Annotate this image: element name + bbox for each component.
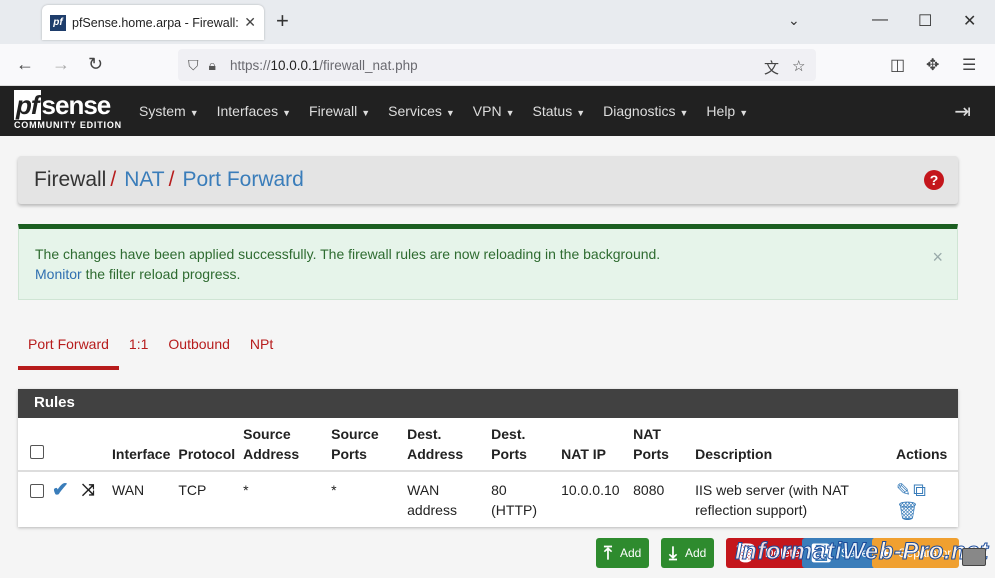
breadcrumb-separator: /	[110, 168, 117, 191]
back-icon[interactable]: ←	[16, 54, 34, 74]
menu-help[interactable]: Help ▼	[697, 103, 757, 119]
success-alert: The changes have been applied successful…	[18, 224, 958, 300]
select-all-checkbox[interactable]	[30, 445, 44, 459]
col-interface[interactable]: Interface	[108, 418, 175, 472]
new-tab-icon[interactable]: +	[276, 9, 289, 33]
pfsense-header: pf sense COMMUNITY EDITION System ▼ Interf…	[0, 86, 995, 136]
col-dest-address[interactable]: Dest. Address	[403, 418, 488, 472]
translate-icon[interactable]: 文	[764, 57, 779, 78]
tab-outbound[interactable]: Outbound	[158, 328, 240, 370]
tab-title: pfSense.home.arpa - Firewall: NAT: Port …	[72, 15, 239, 30]
menu-system[interactable]: System ▼	[130, 103, 208, 119]
cell-dest-ports: 80 (HTTP)	[491, 482, 538, 518]
menu-firewall[interactable]: Firewall ▼	[300, 103, 379, 119]
main-menu: System ▼ Interfaces ▼ Firewall ▼ Services ▼ …	[130, 86, 757, 136]
alert-close-icon[interactable]: ×	[932, 247, 943, 267]
minimize-icon[interactable]: —	[872, 11, 888, 29]
panel-title: Rules	[18, 389, 958, 418]
extensions-icon[interactable]: ✥	[926, 55, 939, 75]
col-nat-ip[interactable]: NAT IP	[557, 418, 630, 472]
col-actions: Actions	[892, 418, 958, 472]
alert-message: The changes have been applied successful…	[35, 246, 661, 262]
help-icon[interactable]: ?	[924, 170, 944, 190]
forward-icon[interactable]: →	[52, 54, 70, 74]
tab-one-to-one[interactable]: 1:1	[119, 328, 158, 370]
laptop-icon	[962, 548, 986, 566]
pocket-icon[interactable]: ◫	[890, 55, 905, 75]
cell-source-ports: *	[331, 482, 337, 498]
menu-services[interactable]: Services ▼	[379, 103, 464, 119]
pfsense-logo[interactable]: pf sense COMMUNITY EDITION	[14, 90, 122, 130]
maximize-icon[interactable]: ☐	[918, 11, 932, 31]
cell-protocol: TCP	[178, 482, 207, 498]
col-nat-ports[interactable]: NAT Ports	[629, 418, 692, 472]
monitor-link[interactable]: Monitor	[35, 266, 82, 282]
trash-icon[interactable]: 🗑︎	[896, 501, 919, 521]
cell-nat-ip: 10.0.0.10	[561, 482, 620, 498]
cell-interface: WAN	[112, 482, 145, 498]
tab-port-forward[interactable]: Port Forward	[18, 328, 119, 370]
pfsense-favicon-icon: pf	[50, 14, 66, 31]
col-description[interactable]: Description	[691, 418, 892, 472]
copy-icon[interactable]: ⧉	[913, 480, 926, 500]
menu-status[interactable]: Status ▼	[524, 103, 595, 119]
edit-pencil-icon[interactable]: ✎	[896, 480, 911, 500]
cell-nat-ports: 8080	[633, 482, 665, 498]
col-source-address[interactable]: Source Address	[239, 418, 328, 472]
col-protocol[interactable]: Protocol	[174, 418, 240, 472]
browser-tab[interactable]: pf pfSense.home.arpa - Firewall: NAT: Po…	[42, 5, 264, 40]
page-content: Firewall / NAT / Port Forward ? The chan…	[0, 136, 995, 578]
browser-tabbar: pf pfSense.home.arpa - Firewall: NAT: Po…	[0, 0, 995, 44]
tab-npt[interactable]: NPt	[240, 328, 283, 370]
breadcrumb-firewall: Firewall	[34, 168, 107, 191]
logout-icon[interactable]: ⇥	[954, 99, 971, 124]
cell-source-address: *	[243, 482, 249, 498]
url-text[interactable]: https://10.0.0.1/firewall_nat.php	[230, 58, 418, 73]
table-header-row: Interface Protocol Source Address Source P…	[18, 418, 958, 472]
cell-actions: ✎ ⧉ 🗑︎	[892, 471, 958, 530]
table-row[interactable]: ✔ ⤨ WAN TCP * * WAN address 80 (HTTP) 10.0…	[18, 471, 958, 530]
menu-interfaces[interactable]: Interfaces ▼	[208, 103, 300, 119]
shield-icon[interactable]: ⛉	[188, 57, 199, 74]
row-checkbox[interactable]	[30, 484, 44, 498]
breadcrumb-port-forward[interactable]: Port Forward	[182, 168, 303, 192]
arrow-down-icon: ⤓	[669, 542, 677, 563]
nat-tabs: Port Forward 1:1 Outbound NPt	[18, 328, 283, 370]
rules-table: Interface Protocol Source Address Source P…	[18, 418, 958, 530]
lock-icon[interactable]: 🔒︎	[209, 57, 216, 74]
check-icon[interactable]: ✔	[52, 479, 69, 501]
reload-icon[interactable]: ↻	[88, 54, 103, 74]
menu-diagnostics[interactable]: Diagnostics ▼	[594, 103, 697, 119]
add-top-button[interactable]: ⤒ Add	[596, 538, 650, 568]
col-source-ports[interactable]: Source Ports	[327, 418, 404, 472]
breadcrumb-separator: /	[168, 168, 175, 191]
window-close-icon[interactable]: ✕	[963, 11, 976, 31]
close-tab-icon[interactable]: ✕	[244, 14, 256, 31]
menu-icon[interactable]: ☰	[962, 55, 976, 75]
bookmark-star-icon[interactable]: ☆	[792, 57, 805, 75]
menu-vpn[interactable]: VPN ▼	[464, 103, 524, 119]
logo-subtitle: COMMUNITY EDITION	[14, 120, 122, 130]
url-bar[interactable]: ⛉ 🔒︎ https://10.0.0.1/firewall_nat.php 文…	[178, 49, 816, 81]
chevron-down-icon[interactable]: ⌄	[788, 12, 800, 29]
rules-panel: Rules Interface Protocol Source Address S…	[18, 389, 958, 527]
arrow-up-icon: ⤒	[604, 542, 612, 563]
cell-description: IIS web server (with NAT reflection suppo…	[695, 482, 849, 518]
breadcrumb: Firewall / NAT / Port Forward ?	[18, 156, 958, 204]
watermark: InformatiWeb-Pro.net	[735, 538, 989, 566]
add-bottom-button[interactable]: ⤓ Add	[661, 538, 715, 568]
col-dest-ports[interactable]: Dest. Ports	[487, 418, 558, 472]
shuffle-icon: ⤨	[82, 482, 95, 499]
breadcrumb-nat[interactable]: NAT	[124, 168, 164, 192]
alert-message-2: the filter reload progress.	[81, 266, 241, 282]
cell-dest-address: WAN address	[407, 482, 457, 518]
browser-navbar: ← → ↻ ⛉ 🔒︎ https://10.0.0.1/firewall_nat…	[0, 44, 995, 86]
